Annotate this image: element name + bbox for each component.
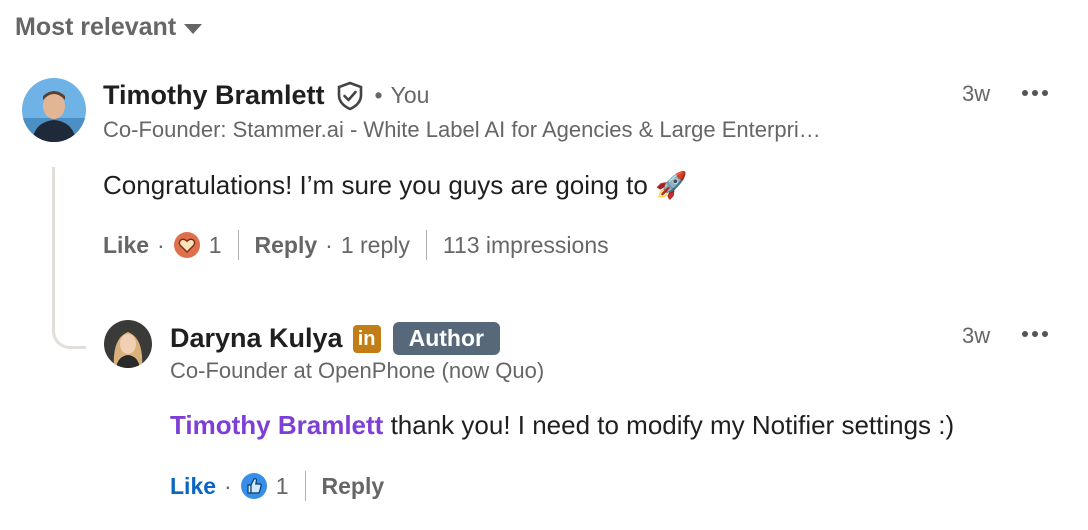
you-label: You <box>390 82 430 108</box>
thread-line <box>52 167 86 349</box>
reply-button[interactable]: Reply <box>255 232 318 259</box>
reply-text-content: thank you! I need to modify my Notifier … <box>383 410 955 440</box>
comment-author-name[interactable]: Timothy Bramlett <box>103 80 325 111</box>
avatar[interactable] <box>22 78 86 142</box>
comment-header: Timothy Bramlett • You <box>103 80 429 111</box>
like-button[interactable]: Like <box>170 473 216 500</box>
comment-timestamp: 3w <box>962 81 991 106</box>
reply-actions: Like · 1 Reply <box>170 471 384 501</box>
heart-reaction-icon[interactable] <box>173 231 201 259</box>
caret-down-icon <box>184 23 203 34</box>
dot-separator: · <box>157 231 165 258</box>
verified-shield-icon <box>335 81 365 111</box>
comment-text: Congratulations! I’m sure you guys are g… <box>103 170 688 200</box>
replies-count[interactable]: 1 reply <box>341 232 410 259</box>
like-button[interactable]: Like <box>103 232 149 259</box>
reaction-count[interactable]: 1 <box>209 232 222 259</box>
linkedin-premium-icon: in <box>352 324 381 353</box>
avatar[interactable] <box>104 320 152 368</box>
reply-text: Timothy Bramlett thank you! I need to mo… <box>170 410 954 441</box>
reply-button[interactable]: Reply <box>322 473 385 500</box>
comment-author-headline: Co-Founder: Stammer.ai - White Label AI … <box>103 117 821 142</box>
reply-timestamp: 3w <box>962 323 991 348</box>
dot-separator: • <box>374 82 383 108</box>
divider <box>304 471 306 501</box>
reply-author-headline: Co-Founder at OpenPhone (now Quo) <box>170 358 545 383</box>
like-reaction-icon[interactable] <box>240 472 268 500</box>
sort-label: Most relevant <box>15 13 177 41</box>
mention-link[interactable]: Timothy Bramlett <box>170 410 383 440</box>
reaction-count[interactable]: 1 <box>276 473 289 500</box>
dot-separator: · <box>224 472 232 499</box>
author-badge: Author <box>392 322 500 355</box>
divider <box>425 230 427 260</box>
dot-separator: · <box>325 231 333 258</box>
comment-actions: Like · 1 Reply · 1 reply 113 impressions <box>103 230 609 260</box>
reply-author-name[interactable]: Daryna Kulya <box>170 323 343 354</box>
sort-dropdown[interactable]: Most relevant <box>15 13 203 42</box>
reply-header: Daryna Kulya in Author <box>170 322 500 355</box>
divider <box>237 230 239 260</box>
impressions-count[interactable]: 113 impressions <box>443 232 609 259</box>
more-options-icon[interactable] <box>1022 90 1048 96</box>
more-options-icon[interactable] <box>1022 331 1048 337</box>
